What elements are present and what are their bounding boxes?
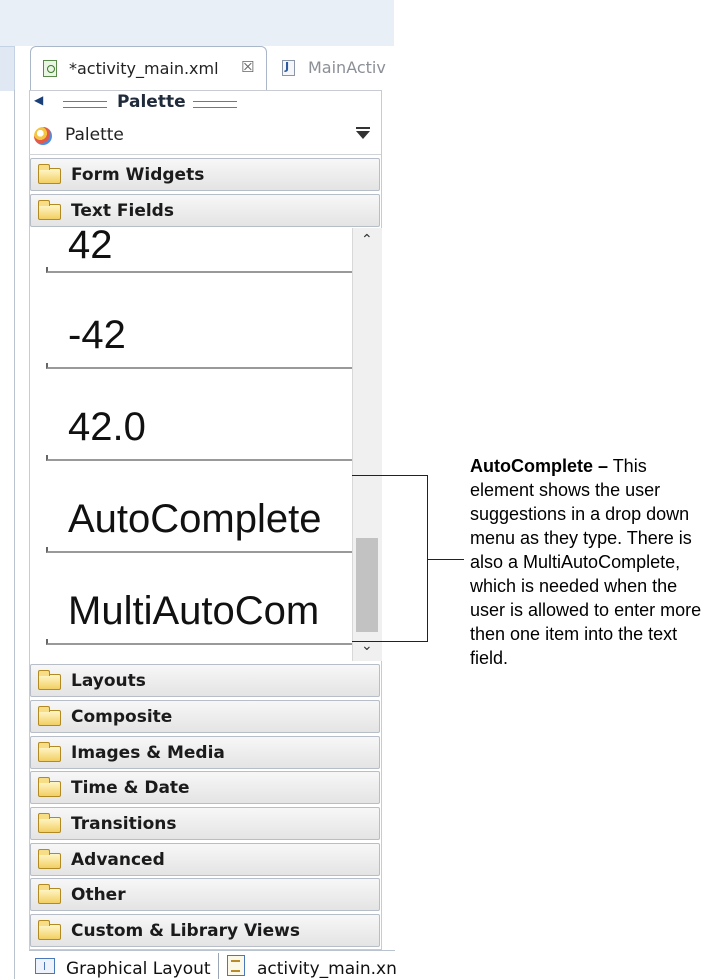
category-label: Text Fields [71,201,174,221]
callout-connector [428,559,464,560]
category-label: Advanced [71,850,165,870]
tab-graphical-layout[interactable]: Graphical Layout [66,959,211,979]
callout-bracket [352,475,428,642]
left-divider [14,90,15,979]
editor-bottom-tabs: Graphical Layout activity_main.xn [29,950,397,980]
category-advanced[interactable]: Advanced [30,843,380,876]
category-images-media[interactable]: Images & Media [30,736,380,769]
text-field-multiautocomplete[interactable]: MultiAutoCom [68,589,319,634]
category-label: Custom & Library Views [71,921,300,941]
category-label: Images & Media [71,743,225,763]
folder-icon [38,920,61,940]
palette-dropdown-label: Palette [65,125,124,145]
callout-heading: AutoComplete – [470,456,609,476]
folder-icon [38,849,61,869]
palette-title-bar: ◀ Palette [29,91,389,115]
callout-body: This element shows the user suggestions … [470,456,702,668]
folder-icon [38,742,61,762]
tab-separator [218,953,219,979]
tab-main-activity[interactable]: MainActiv [276,52,406,86]
category-layouts[interactable]: Layouts [30,664,380,697]
category-label: Time & Date [71,778,190,798]
text-field-number[interactable]: 42 [68,229,113,268]
java-file-icon [282,60,295,76]
xml-file-icon [43,60,57,77]
tab-activity-main-xml[interactable]: *activity_main.xml ☒ [30,46,267,90]
category-label: Composite [71,707,173,727]
folder-icon [38,706,61,726]
collapse-left-icon[interactable]: ◀ [34,93,43,107]
category-label: Layouts [71,671,146,691]
dropdown-arrow-icon[interactable] [356,127,370,139]
grip-right-icon[interactable] [193,101,237,108]
category-label: Transitions [71,814,177,834]
category-composite[interactable]: Composite [30,700,380,733]
tab-activity-main-source[interactable]: activity_main.xn [257,959,397,979]
folder-icon [38,813,61,833]
category-other[interactable]: Other [30,878,380,911]
scroll-up-icon[interactable]: ⌃ [361,232,373,248]
text-field-underline [46,547,380,553]
folder-icon [38,777,61,797]
category-transitions[interactable]: Transitions [30,807,380,840]
text-field-underline [46,267,380,273]
text-field-autocomplete[interactable]: AutoComplete [68,497,321,542]
text-field-underline [46,363,380,369]
open-folder-icon [38,200,61,220]
top-toolbar-area [0,0,394,46]
editor-tab-bar: *activity_main.xml ☒ MainActiv [30,46,394,91]
text-field-signed-number[interactable]: -42 [68,313,126,358]
close-tab-icon[interactable]: ☒ [241,58,254,76]
grip-left-icon[interactable] [63,101,107,108]
category-time-date[interactable]: Time & Date [30,771,380,804]
left-view-tab[interactable] [0,46,15,91]
palette-dropdown[interactable]: Palette [29,117,381,155]
category-custom-library-views[interactable]: Custom & Library Views [30,914,380,947]
tab-activity-main-xml-label: *activity_main.xml [69,59,219,78]
category-label: Other [71,885,126,905]
category-text-fields[interactable]: Text Fields [30,194,380,227]
folder-icon [38,164,61,184]
category-form-widgets[interactable]: Form Widgets [30,158,380,191]
xml-source-icon [227,955,245,976]
graphical-layout-icon [35,958,55,974]
folder-icon [38,670,61,690]
palette-icon [34,127,52,145]
text-field-decimal[interactable]: 42.0 [68,405,146,450]
palette-title: Palette [117,92,186,112]
category-label: Form Widgets [71,165,205,185]
text-fields-list: 42 -42 42.0 AutoComplete MultiAutoCom [30,229,380,662]
tab-main-activity-label: MainActiv [308,58,386,77]
callout-annotation: AutoComplete – This element shows the us… [470,454,710,670]
folder-icon [38,884,61,904]
text-field-underline [46,639,380,645]
text-field-underline [46,455,380,461]
